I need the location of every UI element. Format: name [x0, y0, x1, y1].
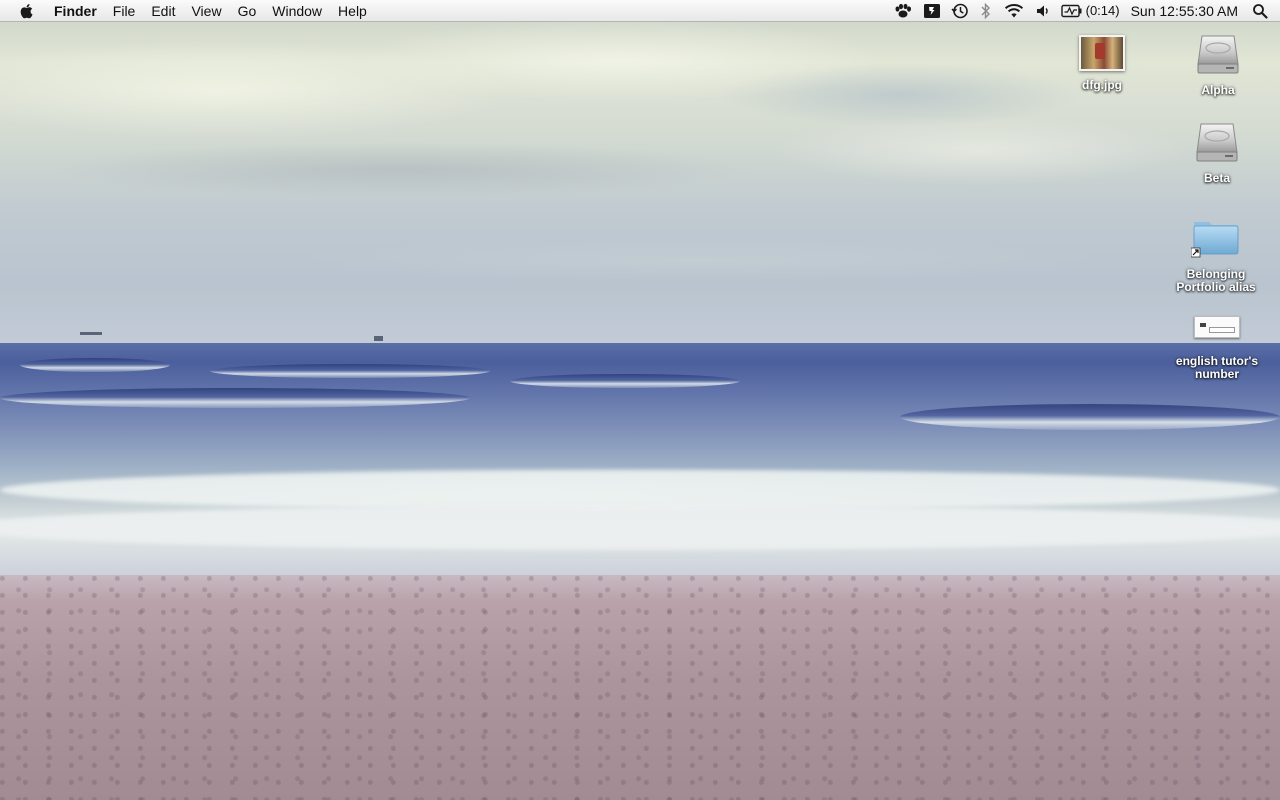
wallpaper-wave [210, 364, 490, 378]
menu-bar: Finder File Edit View Go Window Help (0:… [0, 0, 1280, 22]
desktop-icon-english-tutors-number[interactable]: english tutor's number [1169, 312, 1265, 381]
wallpaper-foam [0, 470, 1280, 510]
menu-window[interactable]: Window [264, 0, 330, 22]
apple-logo-icon[interactable] [18, 2, 36, 20]
image-file-icon [1079, 35, 1125, 71]
desktop-icon-beta[interactable]: Beta [1169, 118, 1265, 185]
menu-view[interactable]: View [183, 0, 229, 22]
menu-edit[interactable]: Edit [143, 0, 183, 22]
wallpaper-beach [0, 0, 1280, 800]
hard-drive-icon [1195, 118, 1239, 169]
folder-alias-icon [1190, 216, 1241, 265]
bartender-icon[interactable] [918, 0, 946, 22]
desktop-icon-alpha[interactable]: Alpha [1170, 30, 1266, 97]
document-icon [1194, 316, 1240, 338]
desktop-icon-label: Belonging Portfolio alias [1176, 267, 1256, 294]
wifi-icon[interactable] [998, 0, 1030, 22]
desktop-icon-label: dfg.jpg [1082, 78, 1122, 92]
wallpaper-wave [0, 388, 470, 408]
desktop-icon-dfg-jpg[interactable]: dfg.jpg [1054, 32, 1150, 92]
desktop-icon-belonging-portfolio-alias[interactable]: Belonging Portfolio alias [1168, 216, 1264, 294]
menu-go[interactable]: Go [230, 0, 265, 22]
menu-app-name[interactable]: Finder [50, 0, 105, 22]
desktop[interactable]: Finder File Edit View Go Window Help (0:… [0, 0, 1280, 800]
wallpaper-wave [20, 358, 170, 372]
wallpaper-wave [900, 404, 1280, 430]
wallpaper-wave [510, 374, 740, 388]
menu-clock[interactable]: Sun 12:55:30 AM [1125, 0, 1248, 22]
time-machine-icon[interactable] [946, 0, 974, 22]
bluetooth-icon[interactable] [974, 0, 998, 22]
growl-paw-icon[interactable] [888, 0, 918, 22]
desktop-icon-label: Alpha [1201, 83, 1235, 97]
desktop-icon-label: english tutor's number [1175, 354, 1259, 381]
spotlight-search-icon[interactable] [1248, 0, 1280, 22]
wallpaper-sand [0, 575, 1280, 800]
menu-help[interactable]: Help [330, 0, 375, 22]
wallpaper-foam [0, 505, 1280, 550]
battery-time-remaining: (0:14) [1085, 3, 1120, 18]
status-menu-area: (0:14) Sun 12:55:30 AM [888, 0, 1280, 22]
volume-icon[interactable] [1030, 0, 1056, 22]
battery-icon [1060, 4, 1083, 18]
hard-drive-icon [1196, 30, 1240, 81]
wallpaper-ship [374, 336, 383, 341]
desktop-icon-label: Beta [1203, 171, 1230, 185]
battery-status[interactable]: (0:14) [1056, 0, 1125, 22]
menu-file[interactable]: File [105, 0, 144, 22]
wallpaper-ship [80, 332, 102, 335]
